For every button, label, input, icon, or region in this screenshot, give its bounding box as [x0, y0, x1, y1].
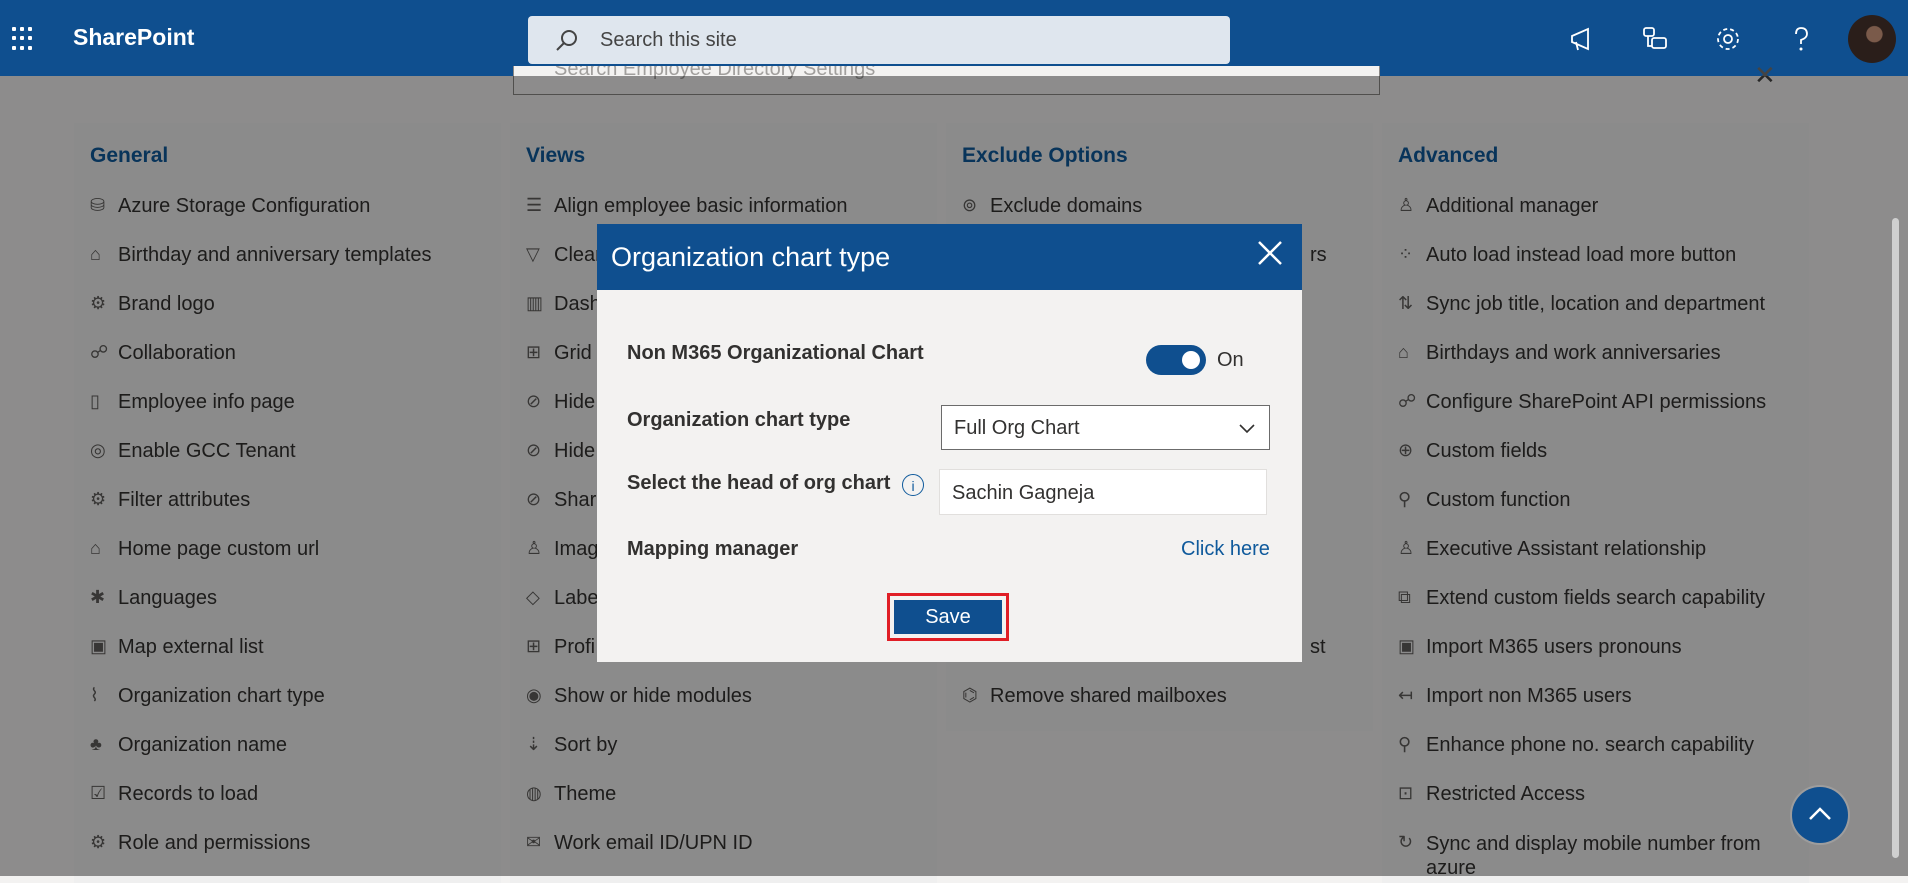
chevron-down-icon	[1239, 424, 1255, 434]
non-m365-label: Non M365 Organizational Chart	[627, 342, 924, 364]
megaphone-icon[interactable]	[1568, 24, 1598, 54]
app-launcher-icon[interactable]	[12, 27, 36, 51]
non-m365-toggle[interactable]	[1146, 345, 1206, 375]
site-search-box[interactable]: Search this site	[528, 16, 1230, 64]
save-button[interactable]: Save	[894, 600, 1002, 634]
dialog-header: Organization chart type	[597, 224, 1302, 290]
chevron-up-icon	[1809, 807, 1831, 820]
chart-type-label: Organization chart type	[627, 409, 851, 431]
help-icon[interactable]	[1786, 24, 1816, 54]
search-input[interactable]: Search this site	[600, 29, 737, 52]
save-highlight: Save	[887, 593, 1009, 641]
toggle-state-text: On	[1217, 349, 1244, 371]
app-name[interactable]: SharePoint	[73, 24, 194, 51]
mapping-manager-link[interactable]: Click here	[1181, 538, 1270, 561]
close-icon[interactable]	[1255, 238, 1285, 268]
avatar[interactable]	[1848, 15, 1896, 63]
scrollbar[interactable]	[1892, 218, 1899, 858]
gear-icon[interactable]	[1713, 24, 1743, 54]
org-chart-type-dialog: Organization chart type Non M365 Organiz…	[597, 224, 1302, 662]
head-of-org-label: Select the head of org chart	[627, 472, 891, 494]
dialog-title: Organization chart type	[611, 242, 891, 272]
app-icon[interactable]	[1640, 24, 1670, 54]
chart-type-dropdown[interactable]: Full Org Chart	[941, 405, 1270, 450]
search-icon	[556, 30, 577, 51]
scroll-to-top-button[interactable]	[1792, 787, 1848, 843]
mapping-manager-label: Mapping manager	[627, 538, 799, 560]
info-icon[interactable]: i	[902, 474, 924, 496]
head-of-org-input[interactable]: Sachin Gagneja	[939, 469, 1267, 515]
suite-header: SharePoint Search this site	[0, 0, 1908, 76]
